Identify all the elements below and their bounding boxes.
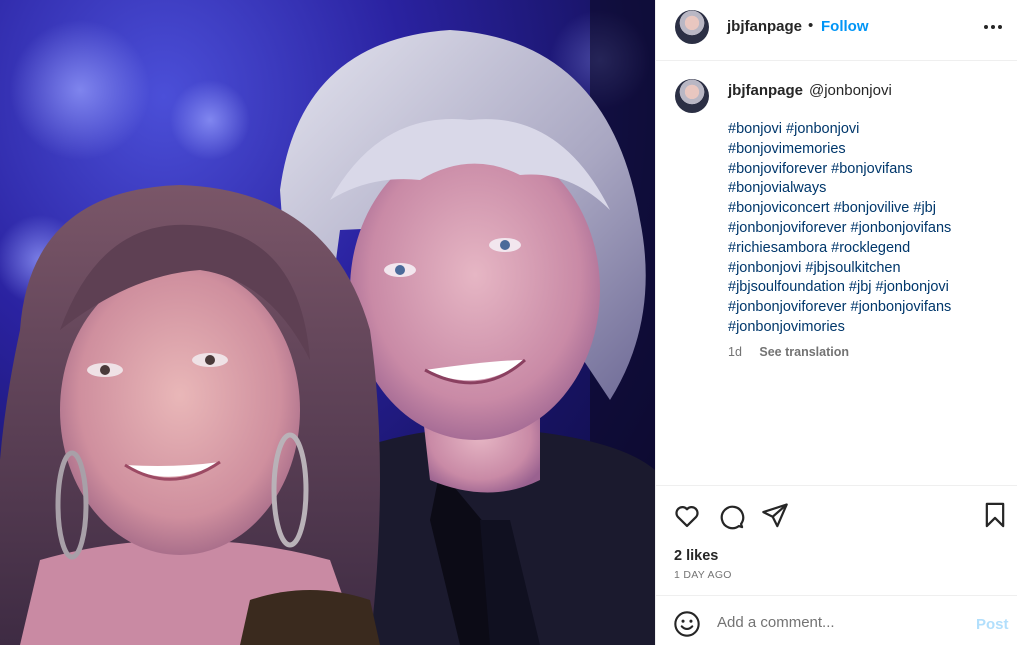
hashtag-line[interactable]: #jonbonjovi #jbjsoulkitchen [728,259,1008,279]
comment-icon[interactable] [717,502,745,530]
caption-meta: 1d See translation [728,345,849,359]
hashtag-line[interactable]: #bonjovimemories [728,140,1008,160]
caption-hashtags: #bonjovi #jonbonjovi #bonjovimemories #b… [728,120,1008,338]
post-side-panel: jbjfanpage • Follow jbjfanpage @jonbonjo… [655,0,1017,645]
post-comment-button[interactable]: Post [976,616,1009,633]
caption-username[interactable]: jbjfanpage [728,82,803,99]
share-icon[interactable] [761,501,789,529]
hashtag-line[interactable]: #bonjovi #jonbonjovi [728,120,1008,140]
hashtag-line[interactable]: #richiesambora #rocklegend [728,239,1008,259]
post-actions: 2 likes 1 DAY AGO [656,485,1017,595]
header-separator: • [808,17,814,34]
hashtag-line[interactable]: #bonjovialways [728,179,1008,199]
hashtag-line[interactable]: #bonjoviforever #bonjovifans [728,160,1008,180]
heart-icon[interactable] [673,502,701,530]
hashtag-line[interactable]: #jonbonjovimories [728,318,1008,338]
see-translation-link[interactable]: See translation [759,345,849,359]
photo-illustration [0,0,655,645]
hashtag-line[interactable]: #bonjoviconcert #bonjovilive #jbj [728,199,1008,219]
author-username[interactable]: jbjfanpage [727,18,802,35]
hashtag-line[interactable]: #jonbonjoviforever #jonbonjovifans [728,298,1008,318]
post-photo[interactable] [0,0,655,645]
more-options-icon[interactable] [982,17,1004,37]
emoji-icon[interactable] [673,610,701,638]
author-avatar[interactable] [675,10,709,44]
post-header: jbjfanpage • Follow [656,0,1017,61]
caption-time: 1d [728,345,742,359]
likes-count[interactable]: 2 likes [674,548,718,564]
hashtag-line[interactable]: #jbjsoulfoundation #jbj #jonbonjovi [728,278,1008,298]
caption-area: jbjfanpage @jonbonjovi #bonjovi #jonbonj… [656,61,1017,485]
post-timestamp: 1 DAY AGO [674,569,732,581]
bookmark-icon[interactable] [981,501,1009,529]
hashtag-line[interactable]: #jonbonjoviforever #jonbonjovifans [728,219,1008,239]
comment-input[interactable] [717,610,967,634]
follow-button[interactable]: Follow [821,18,869,35]
caption-avatar[interactable] [675,79,709,113]
caption-mention[interactable]: @jonbonjovi [809,82,892,99]
comment-bar: Post [656,595,1017,645]
